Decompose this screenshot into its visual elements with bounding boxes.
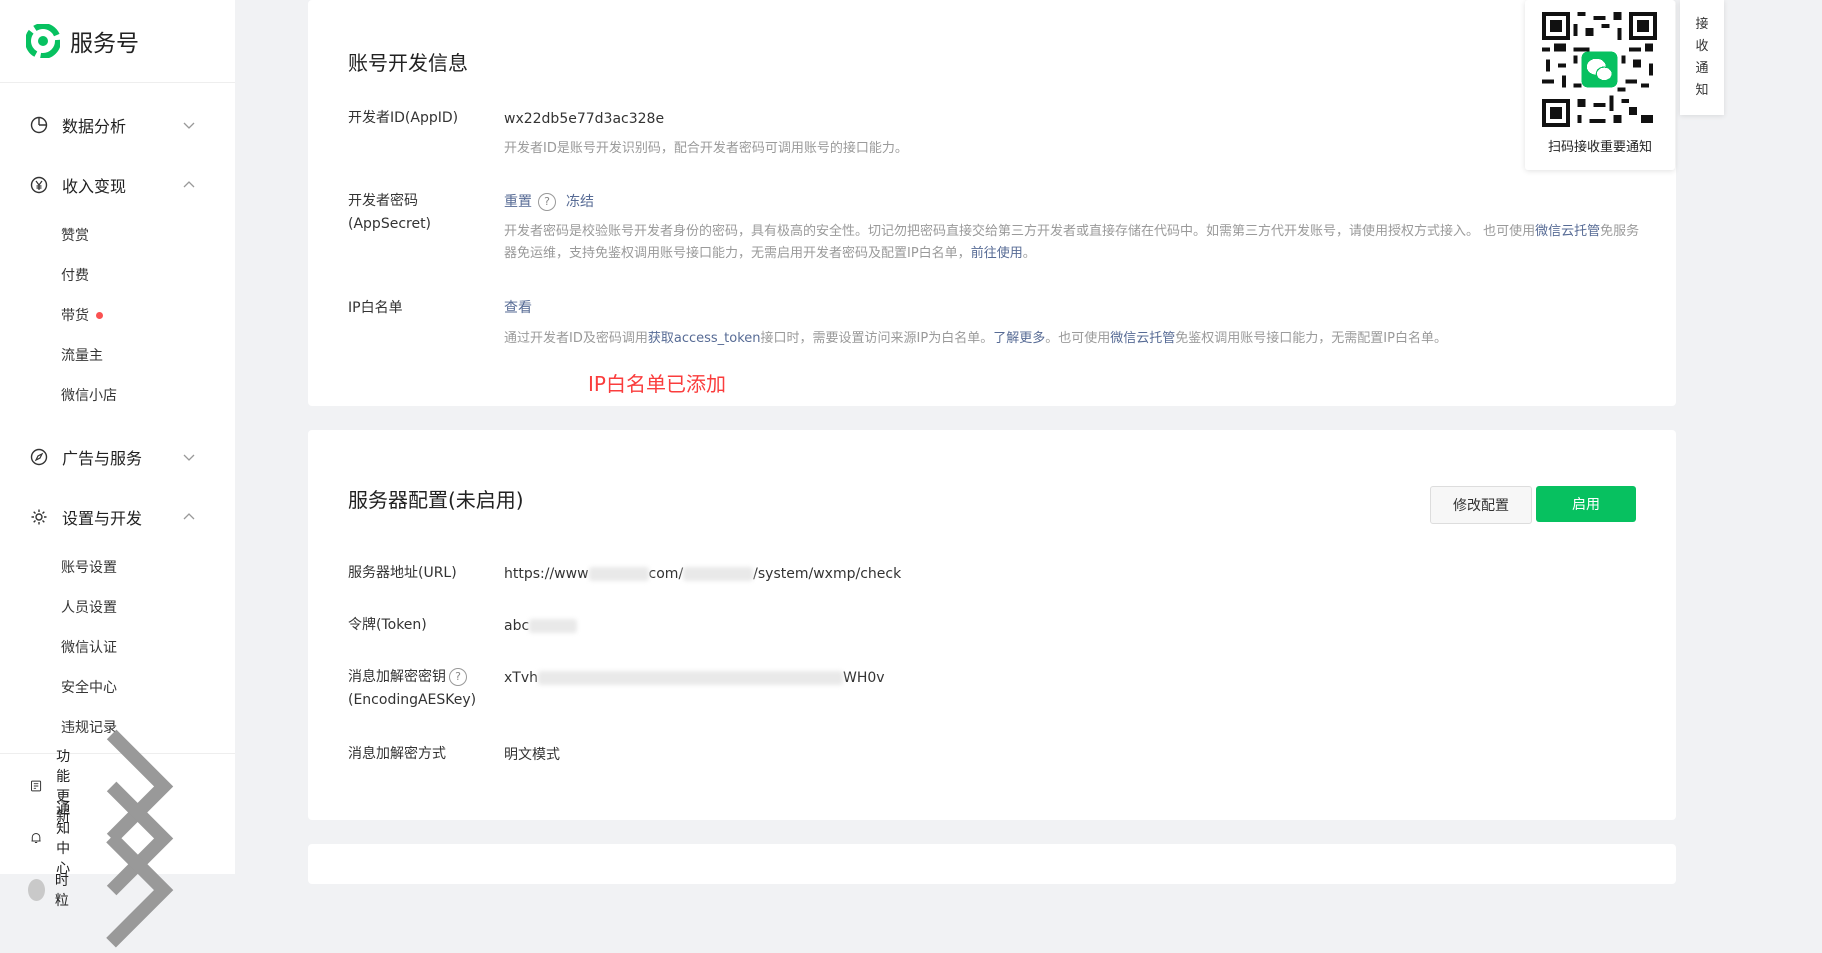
sidebar-item-account-settings[interactable]: 账号设置 xyxy=(0,547,235,587)
chevron-down-icon xyxy=(183,122,195,129)
learn-more-link[interactable]: 了解更多 xyxy=(993,331,1045,346)
nav-group-label: 设置与开发 xyxy=(62,509,143,528)
yen-icon xyxy=(30,176,48,194)
nav-group-label: 数据分析 xyxy=(62,117,127,136)
sidebar: 服务号 数据分析 收入变现 赞赏 付费 带货 流量主 微信小店 广告与服务 设置… xyxy=(0,0,235,948)
enable-button[interactable]: 启用 xyxy=(1536,486,1636,522)
encryption-mode-value: 明文模式 xyxy=(504,747,560,763)
qr-code-popup: 扫码接收重要通知 xyxy=(1525,0,1675,170)
reset-secret-link[interactable]: 重置 xyxy=(504,194,532,210)
qr-code-image xyxy=(1542,12,1657,127)
chevron-right-icon xyxy=(106,832,174,948)
encryption-mode-label: 消息加解密方式 xyxy=(348,746,446,762)
freeze-secret-link[interactable]: 冻结 xyxy=(566,194,594,210)
chevron-up-icon xyxy=(183,181,195,188)
server-url-value: https://www com//system/wxmp/check xyxy=(504,566,902,582)
bell-icon xyxy=(31,832,41,844)
help-icon[interactable]: ? xyxy=(449,668,467,686)
sidebar-item-traffic-owner[interactable]: 流量主 xyxy=(0,335,235,375)
chevron-down-icon xyxy=(183,454,195,461)
appsecret-actions: 重置? 冻结 xyxy=(504,192,594,212)
sidebar-item-security-center[interactable]: 安全中心 xyxy=(0,667,235,707)
redacted-text xyxy=(529,619,578,633)
appsecret-desc: 开发者密码是校验账号开发者身份的密码，具有极高的安全性。切记勿把密码直接交给第三… xyxy=(504,224,1640,261)
avatar xyxy=(28,879,45,901)
chart-icon xyxy=(30,116,48,134)
nav-group-monetization[interactable]: 收入变现 xyxy=(0,155,235,215)
brand-title: 服务号 xyxy=(70,31,139,57)
sidebar-item-goods[interactable]: 带货 xyxy=(0,295,235,335)
brand[interactable]: 服务号 xyxy=(0,0,235,83)
help-icon[interactable]: ? xyxy=(538,193,556,211)
ip-whitelist-desc: 通过开发者ID及密码调用获取access_token接口时，需要设置访问来源IP… xyxy=(504,331,1447,346)
sidebar-item-wechat-store[interactable]: 微信小店 xyxy=(0,375,235,415)
token-label: 令牌(Token) xyxy=(348,617,427,633)
dev-info-card: 账号开发信息 开发者ID(AppID) wx22db5e77d3ac328e 开… xyxy=(308,0,1676,406)
sidebar-item-member-settings[interactable]: 人员设置 xyxy=(0,587,235,627)
qr-caption: 扫码接收重要通知 xyxy=(1547,140,1652,155)
sidebar-item-wechat-verification[interactable]: 微信认证 xyxy=(0,627,235,667)
gear-icon xyxy=(31,509,47,525)
server-url-label: 服务器地址(URL) xyxy=(348,565,457,581)
wechat-cloud-hosting-link[interactable]: 微信云托管 xyxy=(1535,224,1600,239)
get-access-token-link[interactable]: 获取access_token xyxy=(648,331,761,346)
appid-label: 开发者ID(AppID) xyxy=(348,110,459,126)
token-value: abc xyxy=(504,616,578,636)
server-config-card: 服务器配置(未启用) 修改配置 启用 服务器地址(URL) https://ww… xyxy=(308,430,1676,820)
modify-config-button[interactable]: 修改配置 xyxy=(1430,486,1532,524)
service-account-logo-icon xyxy=(26,24,60,58)
nav-group-data-analysis[interactable]: 数据分析 xyxy=(0,95,235,155)
ip-whitelist-annotation: IP白名单已添加 xyxy=(588,372,726,396)
dev-info-title: 账号开发信息 xyxy=(348,51,468,75)
redacted-text xyxy=(538,671,843,685)
sidebar-item-appreciation[interactable]: 赞赏 xyxy=(0,215,235,255)
wechat-cloud-hosting-link[interactable]: 微信云托管 xyxy=(1110,331,1175,346)
nav-group-label: 收入变现 xyxy=(62,177,127,196)
compass-icon xyxy=(30,448,48,466)
server-config-title: 服务器配置(未启用) xyxy=(348,488,524,512)
aes-key-value: xTvh WH0v xyxy=(504,670,885,686)
appid-value: wx22db5e77d3ac328e xyxy=(504,111,665,127)
nav-group-ads-services[interactable]: 广告与服务 xyxy=(0,427,235,487)
update-icon xyxy=(31,780,42,792)
chevron-up-icon xyxy=(183,513,195,520)
next-card xyxy=(308,844,1676,884)
notification-dot xyxy=(96,311,103,319)
appsecret-label: 开发者密码(AppSecret) xyxy=(348,193,432,232)
appid-desc: 开发者ID是账号开发识别码，配合开发者密码可调用账号的接口能力。 xyxy=(504,141,908,156)
receive-notice-tab[interactable]: 接 收 通 知 xyxy=(1680,0,1724,115)
aes-key-label: 消息加解密密钥? (EncodingAESKey) xyxy=(348,668,477,708)
go-use-link[interactable]: 前往使用 xyxy=(971,246,1023,261)
ip-whitelist-view-link[interactable]: 查看 xyxy=(504,298,532,318)
nav-user-profile[interactable]: 时粒 xyxy=(0,832,235,948)
redacted-text xyxy=(683,567,754,581)
redacted-text xyxy=(588,567,649,581)
ip-whitelist-label: IP白名单 xyxy=(348,300,403,316)
sidebar-item-paid[interactable]: 付费 xyxy=(0,255,235,295)
nav-group-label: 广告与服务 xyxy=(62,449,143,468)
nav-group-settings-dev[interactable]: 设置与开发 xyxy=(0,487,235,547)
